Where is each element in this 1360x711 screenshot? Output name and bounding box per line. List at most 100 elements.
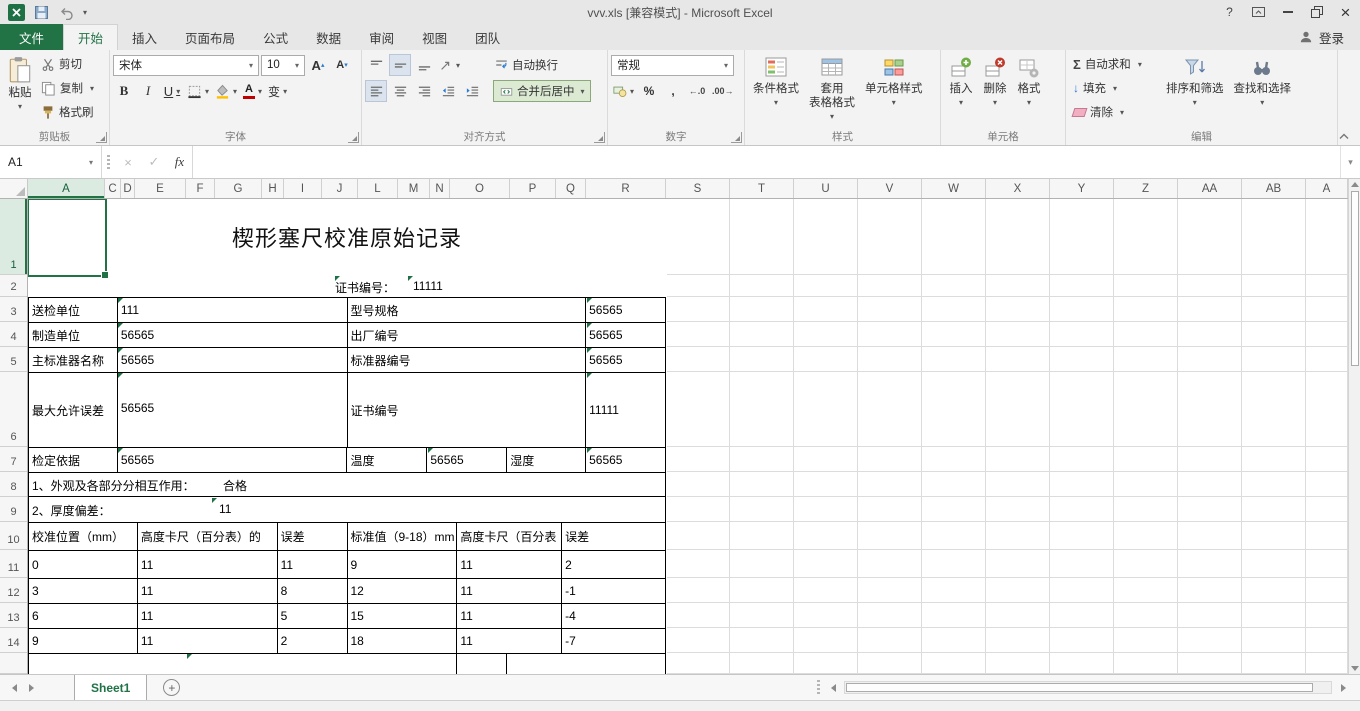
cell[interactable]: 11: [138, 604, 278, 629]
expand-formula-bar-button[interactable]: ▾: [1340, 146, 1360, 178]
certificate-row[interactable]: 证书编号： 11111: [28, 275, 666, 297]
align-right-button[interactable]: [413, 80, 435, 102]
cancel-entry-button[interactable]: ×: [115, 146, 141, 178]
vertical-scrollbar[interactable]: [1348, 179, 1360, 674]
cell[interactable]: -7: [562, 629, 666, 654]
customize-qat-icon[interactable]: ▾: [83, 8, 87, 17]
cell[interactable]: 11: [457, 604, 562, 629]
column-header-Z[interactable]: Z: [1114, 179, 1178, 198]
cell[interactable]: [507, 654, 666, 674]
column-header-cell[interactable]: 标准值（9-18）mm: [348, 523, 458, 551]
number-dialog-launcher[interactable]: [731, 132, 742, 143]
collapse-ribbon-button[interactable]: [1335, 129, 1353, 142]
horizontal-scrollbar[interactable]: [815, 675, 1360, 700]
previous-sheet-icon[interactable]: [12, 684, 17, 692]
new-sheet-button[interactable]: [163, 679, 180, 696]
cell[interactable]: 型号规格: [348, 298, 587, 323]
cell[interactable]: -4: [562, 604, 666, 629]
format-as-table-button[interactable]: 套用表格格式: [804, 52, 860, 130]
cell[interactable]: 8: [278, 579, 348, 604]
column-header-Y[interactable]: Y: [1050, 179, 1114, 198]
tab-review[interactable]: 审阅: [355, 24, 408, 50]
cell[interactable]: 56565: [586, 348, 666, 373]
enter-entry-button[interactable]: ✓: [141, 146, 167, 178]
merge-center-button[interactable]: 合并后居中: [493, 80, 591, 102]
cell[interactable]: 2: [562, 551, 666, 579]
column-header-G[interactable]: G: [215, 179, 262, 198]
cell[interactable]: 证书编号: [348, 373, 587, 448]
tab-formulas[interactable]: 公式: [249, 24, 302, 50]
column-header-U[interactable]: U: [794, 179, 858, 198]
percent-style-button[interactable]: %: [638, 80, 660, 102]
cell[interactable]: 3: [29, 579, 138, 604]
row-header-next[interactable]: [0, 653, 27, 674]
sheet-tab-sheet1[interactable]: Sheet1: [74, 675, 147, 700]
cell[interactable]: 11: [457, 551, 562, 579]
spreadsheet-grid[interactable]: 楔形塞尺校准原始记录 证书编号： 11111 送检单位 111 型号规格 565…: [28, 199, 1348, 674]
cell[interactable]: 2: [278, 629, 348, 654]
cell[interactable]: 12: [348, 579, 458, 604]
scroll-up-icon[interactable]: [1351, 182, 1359, 187]
cell[interactable]: 56565: [118, 448, 348, 473]
row-header-8[interactable]: 8: [0, 472, 27, 497]
column-header-cell[interactable]: 误差: [562, 523, 666, 551]
column-header-AA[interactable]: AA: [1178, 179, 1242, 198]
tab-team[interactable]: 团队: [461, 24, 514, 50]
ribbon-display-options-button[interactable]: [1244, 0, 1273, 24]
cell[interactable]: 最大允许误差: [29, 373, 118, 448]
cell[interactable]: 56565: [118, 323, 348, 348]
row-header-13[interactable]: 13: [0, 603, 27, 628]
wrap-text-button[interactable]: 自动换行: [490, 54, 562, 76]
format-painter-button[interactable]: 格式刷: [37, 100, 98, 124]
cell[interactable]: 56565: [586, 298, 666, 323]
column-header-Q[interactable]: Q: [556, 179, 586, 198]
cell[interactable]: 15: [348, 604, 458, 629]
font-dialog-launcher[interactable]: [348, 132, 359, 143]
align-top-button[interactable]: [365, 54, 387, 76]
insert-cells-button[interactable]: 插入: [944, 52, 978, 130]
column-header-W[interactable]: W: [922, 179, 986, 198]
cell[interactable]: 56565: [118, 373, 348, 448]
cell[interactable]: [457, 654, 507, 674]
sign-in-button[interactable]: 登录: [1283, 24, 1360, 50]
cell[interactable]: 9: [348, 551, 458, 579]
align-bottom-button[interactable]: [413, 54, 435, 76]
column-header-I[interactable]: I: [284, 179, 322, 198]
cell[interactable]: 出厂编号: [348, 323, 587, 348]
cell[interactable]: 11: [457, 629, 562, 654]
tab-view[interactable]: 视图: [408, 24, 461, 50]
sort-filter-button[interactable]: 排序和筛选: [1161, 52, 1229, 130]
row-header-3[interactable]: 3: [0, 297, 27, 322]
cell[interactable]: 合格: [223, 477, 247, 494]
increase-font-button[interactable]: [307, 54, 329, 76]
formula-bar-handle[interactable]: [107, 155, 110, 170]
row-header-1[interactable]: 1: [0, 199, 27, 275]
tab-insert[interactable]: 插入: [118, 24, 171, 50]
row-header-7[interactable]: 7: [0, 447, 27, 472]
cell[interactable]: 11: [138, 579, 278, 604]
column-header-A[interactable]: A: [28, 179, 105, 198]
formula-input[interactable]: [193, 146, 1340, 178]
row-header-4[interactable]: 4: [0, 322, 27, 347]
cell[interactable]: 56565: [118, 348, 348, 373]
column-header-cell[interactable]: 误差: [278, 523, 348, 551]
column-header-F[interactable]: F: [186, 179, 215, 198]
tab-split-handle[interactable]: [817, 680, 820, 695]
column-header-R[interactable]: R: [586, 179, 666, 198]
minimize-button[interactable]: [1273, 0, 1302, 24]
cell[interactable]: 1、外观及各部分分相互作用：: [32, 477, 195, 494]
column-header-P[interactable]: P: [510, 179, 556, 198]
cell[interactable]: [29, 654, 457, 674]
cell[interactable]: 11: [278, 551, 348, 579]
cell[interactable]: 6: [29, 604, 138, 629]
close-button[interactable]: [1331, 0, 1360, 24]
column-header-cell[interactable]: 高度卡尺（百分表: [457, 523, 562, 551]
decrease-indent-button[interactable]: [437, 80, 459, 102]
scroll-left-button[interactable]: [826, 681, 840, 695]
next-sheet-icon[interactable]: [29, 684, 34, 692]
copy-button[interactable]: 复制: [37, 76, 98, 100]
font-size-combo[interactable]: 10: [261, 55, 305, 76]
number-format-combo[interactable]: 常规: [611, 55, 734, 76]
cell[interactable]: 56565: [427, 448, 507, 473]
cell[interactable]: 56565: [586, 448, 666, 473]
